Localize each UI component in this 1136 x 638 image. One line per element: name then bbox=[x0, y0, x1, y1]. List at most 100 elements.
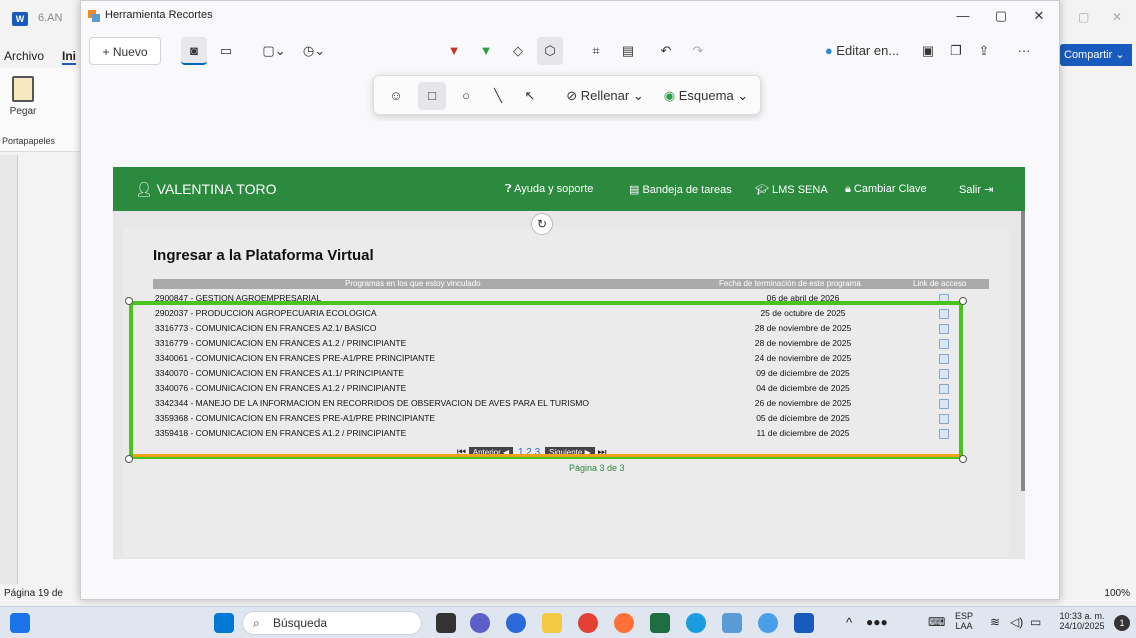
minimize-icon[interactable]: — bbox=[943, 5, 983, 27]
close-icon[interactable]: ✕ bbox=[1112, 10, 1122, 24]
share-label: Compartir bbox=[1064, 49, 1113, 61]
telegram-icon[interactable] bbox=[506, 613, 526, 633]
user-icon: 👤︎ bbox=[135, 181, 153, 197]
more-icon[interactable]: ··· bbox=[1011, 37, 1037, 65]
col-programs: Programas en los que estoy vinculado bbox=[345, 279, 481, 288]
annotation-underline bbox=[133, 454, 959, 457]
logout-icon: ⇥ bbox=[984, 184, 994, 196]
resize-handle[interactable] bbox=[125, 455, 133, 463]
eraser-icon[interactable]: ◇ bbox=[505, 37, 531, 65]
outline-dropdown[interactable]: ◉ Esquema ⌄ bbox=[658, 82, 754, 110]
video-icon[interactable]: ▭ bbox=[213, 37, 239, 65]
share-button[interactable]: Compartir ⌄ bbox=[1060, 44, 1132, 66]
menu-archivo[interactable]: Archivo bbox=[4, 49, 44, 63]
pen-icon[interactable]: ▼ bbox=[441, 37, 467, 65]
file-explorer-icon[interactable] bbox=[542, 613, 562, 633]
snip-title: Herramienta Recortes bbox=[105, 9, 213, 21]
search-icon: ⌕ bbox=[253, 616, 260, 630]
battery-icon[interactable]: ▭ bbox=[1030, 615, 1041, 629]
rectangle-annotation[interactable] bbox=[125, 297, 967, 463]
help-icon: ❓︎ bbox=[505, 183, 512, 195]
page-status: Página 3 de 3 bbox=[569, 463, 625, 473]
new-snip-button[interactable]: + Nuevo bbox=[89, 37, 161, 65]
snipping-tool-taskbar-icon[interactable] bbox=[722, 613, 742, 633]
keyboard-icon[interactable]: ⌨ bbox=[928, 615, 945, 629]
word-ribbon: Pegar Portapapeles bbox=[0, 68, 80, 152]
nav-lms[interactable]: 🎓︎ LMS SENA bbox=[755, 183, 828, 196]
wifi-icon[interactable]: ≋ bbox=[990, 615, 1000, 629]
line-icon[interactable]: ╲ bbox=[484, 82, 512, 110]
snipping-tool-icon bbox=[88, 10, 100, 22]
clipboard-icon bbox=[12, 76, 34, 102]
vertical-ruler bbox=[0, 155, 18, 585]
crop-icon[interactable]: ⌗ bbox=[583, 37, 609, 65]
firefox-icon[interactable] bbox=[614, 613, 634, 633]
share-icon[interactable]: ⇪ bbox=[971, 37, 997, 65]
volume-icon[interactable]: ◁) bbox=[1010, 615, 1023, 629]
redo-icon[interactable]: ↷ bbox=[685, 37, 711, 65]
nav-tasks-label: Bandeja de tareas bbox=[642, 184, 732, 196]
nav-lms-label: LMS SENA bbox=[772, 184, 828, 196]
clock[interactable]: 10:33 a. m. 24/10/2025 bbox=[1054, 611, 1110, 631]
arrow-icon[interactable]: ↖ bbox=[516, 82, 544, 110]
ribbon-group-label: Portapapeles bbox=[2, 136, 56, 146]
resize-handle[interactable] bbox=[125, 297, 133, 305]
task-view-icon[interactable] bbox=[436, 613, 456, 633]
zoom-level[interactable]: 100% bbox=[1104, 588, 1130, 599]
excel-icon[interactable] bbox=[650, 613, 670, 633]
snip-canvas: 👤︎ VALENTINA TORO ❓︎ Ayuda y soporte ▤ B… bbox=[103, 121, 1037, 591]
notifications-icon[interactable]: 1 bbox=[1114, 615, 1130, 631]
edge-icon[interactable] bbox=[686, 613, 706, 633]
circle-icon[interactable]: ○ bbox=[452, 82, 480, 110]
undo-icon[interactable]: ↶ bbox=[653, 37, 679, 65]
tray-apps-icon[interactable]: ●●● bbox=[866, 615, 888, 629]
maximize-icon[interactable]: ▢ bbox=[981, 5, 1021, 27]
nav-change-password[interactable]: 🔒︎ Cambiar Clave bbox=[845, 183, 927, 196]
plus-icon: + bbox=[102, 45, 113, 59]
rotate-icon[interactable]: ↻ bbox=[531, 213, 553, 235]
close-icon[interactable]: ✕ bbox=[1019, 5, 1059, 27]
text-actions-icon[interactable]: ▤ bbox=[615, 37, 641, 65]
snip-toolbar: + Nuevo ◙ ▭ ▢⌄ ◷⌄ ▼ ▼ ◇ ⬡ ⌗ ▤ ↶ ↷ ● Edit… bbox=[81, 33, 1059, 69]
word-right-area: ▢ ✕ bbox=[1060, 0, 1136, 584]
resize-handle[interactable] bbox=[959, 297, 967, 305]
highlighter-icon[interactable]: ▼ bbox=[473, 37, 499, 65]
taskbar-search[interactable]: ⌕ Búsqueda bbox=[242, 611, 422, 635]
widgets-icon[interactable] bbox=[10, 613, 30, 633]
nav-logout[interactable]: Salir ⇥ bbox=[959, 183, 993, 196]
nav-tasks[interactable]: ▤ Bandeja de tareas bbox=[629, 183, 732, 196]
shapes-icon[interactable]: ⬡ bbox=[537, 37, 563, 65]
taskbar: ⌕ Búsqueda ^ ●●● ⌨ ESP LAA ≋ ◁) ▭ 10:33 … bbox=[0, 606, 1136, 638]
delay-dropdown[interactable]: ◷⌄ bbox=[297, 37, 331, 65]
rectangle-icon[interactable]: □ bbox=[418, 82, 446, 110]
chat-icon[interactable] bbox=[470, 613, 490, 633]
resize-handle[interactable] bbox=[959, 455, 967, 463]
menu-inicio[interactable]: Ini bbox=[62, 49, 76, 65]
no-fill-icon: ⊘ bbox=[566, 88, 578, 103]
camera-icon[interactable]: ◙ bbox=[181, 37, 207, 65]
word-menu: Archivo Ini bbox=[0, 46, 80, 68]
new-label: Nuevo bbox=[112, 45, 148, 59]
fill-dropdown[interactable]: ⊘ Rellenar ⌄ bbox=[560, 82, 650, 110]
language-indicator[interactable]: ESP LAA bbox=[952, 611, 976, 631]
paste-button[interactable]: Pegar bbox=[6, 76, 40, 136]
save-icon[interactable]: ▣ bbox=[915, 37, 941, 65]
snip-shape-dropdown[interactable]: ▢⌄ bbox=[257, 37, 291, 65]
outline-label: Esquema bbox=[678, 88, 734, 103]
outline-color-icon: ◉ bbox=[663, 88, 676, 103]
word-taskbar-icon[interactable] bbox=[794, 613, 814, 633]
emoji-icon[interactable]: ☺ bbox=[382, 82, 410, 110]
chrome-icon[interactable] bbox=[578, 613, 598, 633]
tray-chevron-icon[interactable]: ^ bbox=[846, 615, 852, 630]
site-scrollbar[interactable] bbox=[1021, 211, 1025, 491]
restore-icon[interactable]: ▢ bbox=[1078, 10, 1089, 24]
chrome-profile-icon[interactable] bbox=[758, 613, 778, 633]
copy-icon[interactable]: ❐ bbox=[943, 37, 969, 65]
start-icon[interactable] bbox=[214, 613, 234, 633]
col-link: Link de acceso bbox=[913, 279, 967, 288]
lang-code: ESP bbox=[954, 611, 973, 621]
nav-help[interactable]: ❓︎ Ayuda y soporte bbox=[505, 183, 593, 196]
snipping-tool-window: Herramienta Recortes — ▢ ✕ + Nuevo ◙ ▭ ▢… bbox=[80, 0, 1060, 600]
edit-in-button[interactable]: ● Editar en... bbox=[821, 37, 903, 65]
graduation-icon: 🎓︎ bbox=[755, 184, 769, 196]
